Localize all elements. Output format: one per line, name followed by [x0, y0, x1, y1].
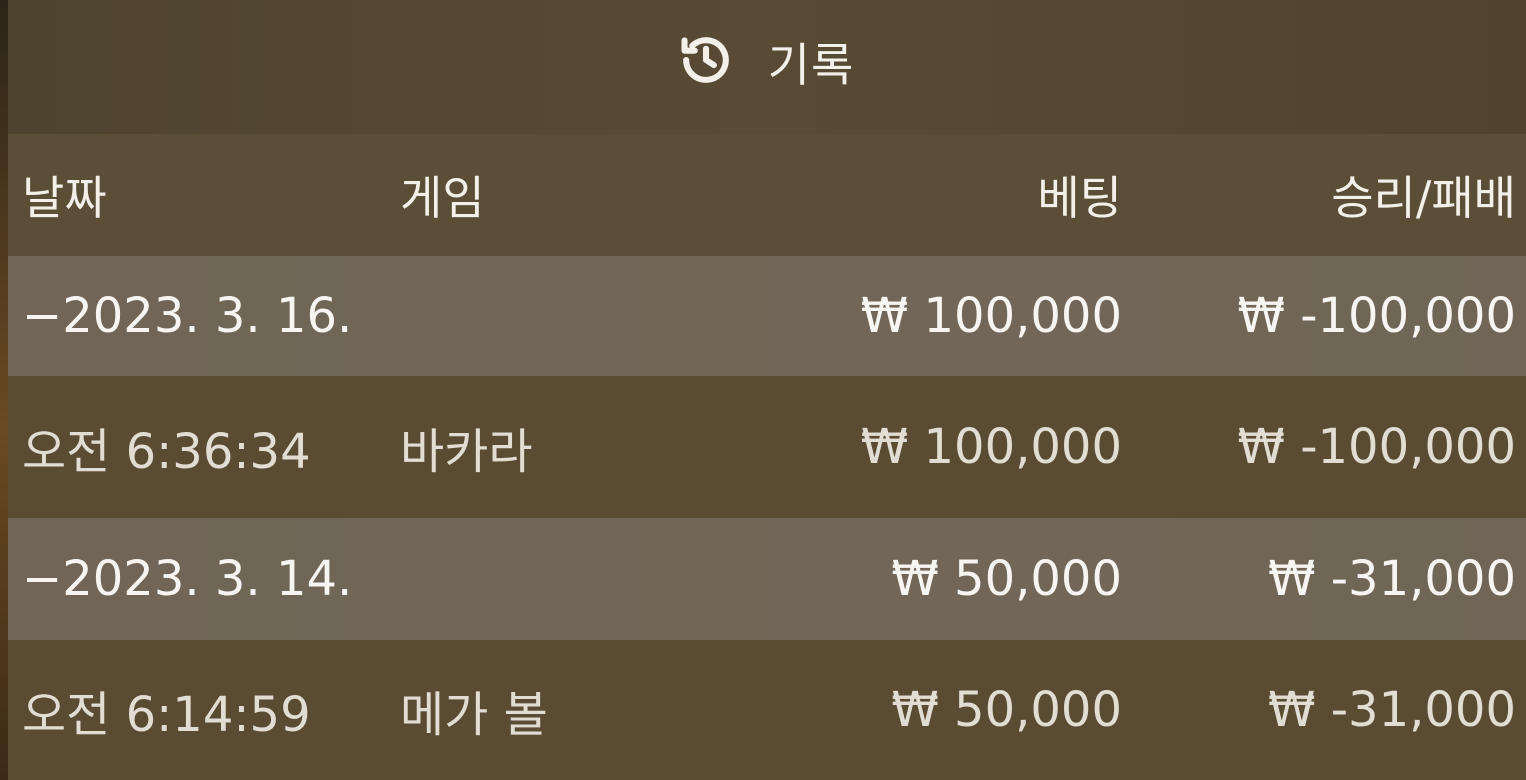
history-entry-row[interactable]: 오전 6:36:34 바카라 ₩ 100,000 ₩ -100,000	[8, 376, 1526, 518]
history-panel: 기록 날짜 게임 베팅 승리/패배 −2023. 3. 16. ₩ 100,00…	[0, 0, 1526, 780]
row-bet: ₩ 100,000	[860, 419, 1122, 475]
panel-left-edge	[0, 0, 8, 780]
row-result: ₩ -100,000	[1237, 288, 1516, 344]
row-bet: ₩ 100,000	[860, 288, 1122, 344]
column-header-date: 날짜	[22, 171, 107, 225]
column-header-game: 게임	[400, 171, 485, 225]
table-header: 날짜 게임 베팅 승리/패배	[8, 134, 1526, 256]
row-result: ₩ -31,000	[1268, 551, 1516, 607]
history-icon	[678, 32, 734, 92]
column-header-result: 승리/패배	[1331, 171, 1516, 225]
row-date: −2023. 3. 16.	[22, 288, 353, 344]
row-date: −2023. 3. 14.	[22, 551, 353, 607]
row-result: ₩ -100,000	[1237, 419, 1516, 475]
row-game: 바카라	[400, 424, 533, 480]
row-bet: ₩ 50,000	[891, 682, 1122, 738]
date-group-row[interactable]: −2023. 3. 16. ₩ 100,000 ₩ -100,000	[8, 256, 1526, 376]
row-result: ₩ -31,000	[1268, 682, 1516, 738]
panel-title-text: 기록	[767, 38, 855, 92]
row-game: 메가 볼	[400, 687, 548, 743]
column-header-bet: 베팅	[1037, 171, 1122, 225]
row-time: 오전 6:36:34	[22, 424, 311, 480]
date-group-row[interactable]: −2023. 3. 14. ₩ 50,000 ₩ -31,000	[8, 518, 1526, 640]
panel-title: 기록	[0, 30, 1526, 94]
row-time: 오전 6:14:59	[22, 687, 311, 743]
history-entry-row[interactable]: 오전 6:14:59 메가 볼 ₩ 50,000 ₩ -31,000	[8, 640, 1526, 780]
row-bet: ₩ 50,000	[891, 551, 1122, 607]
